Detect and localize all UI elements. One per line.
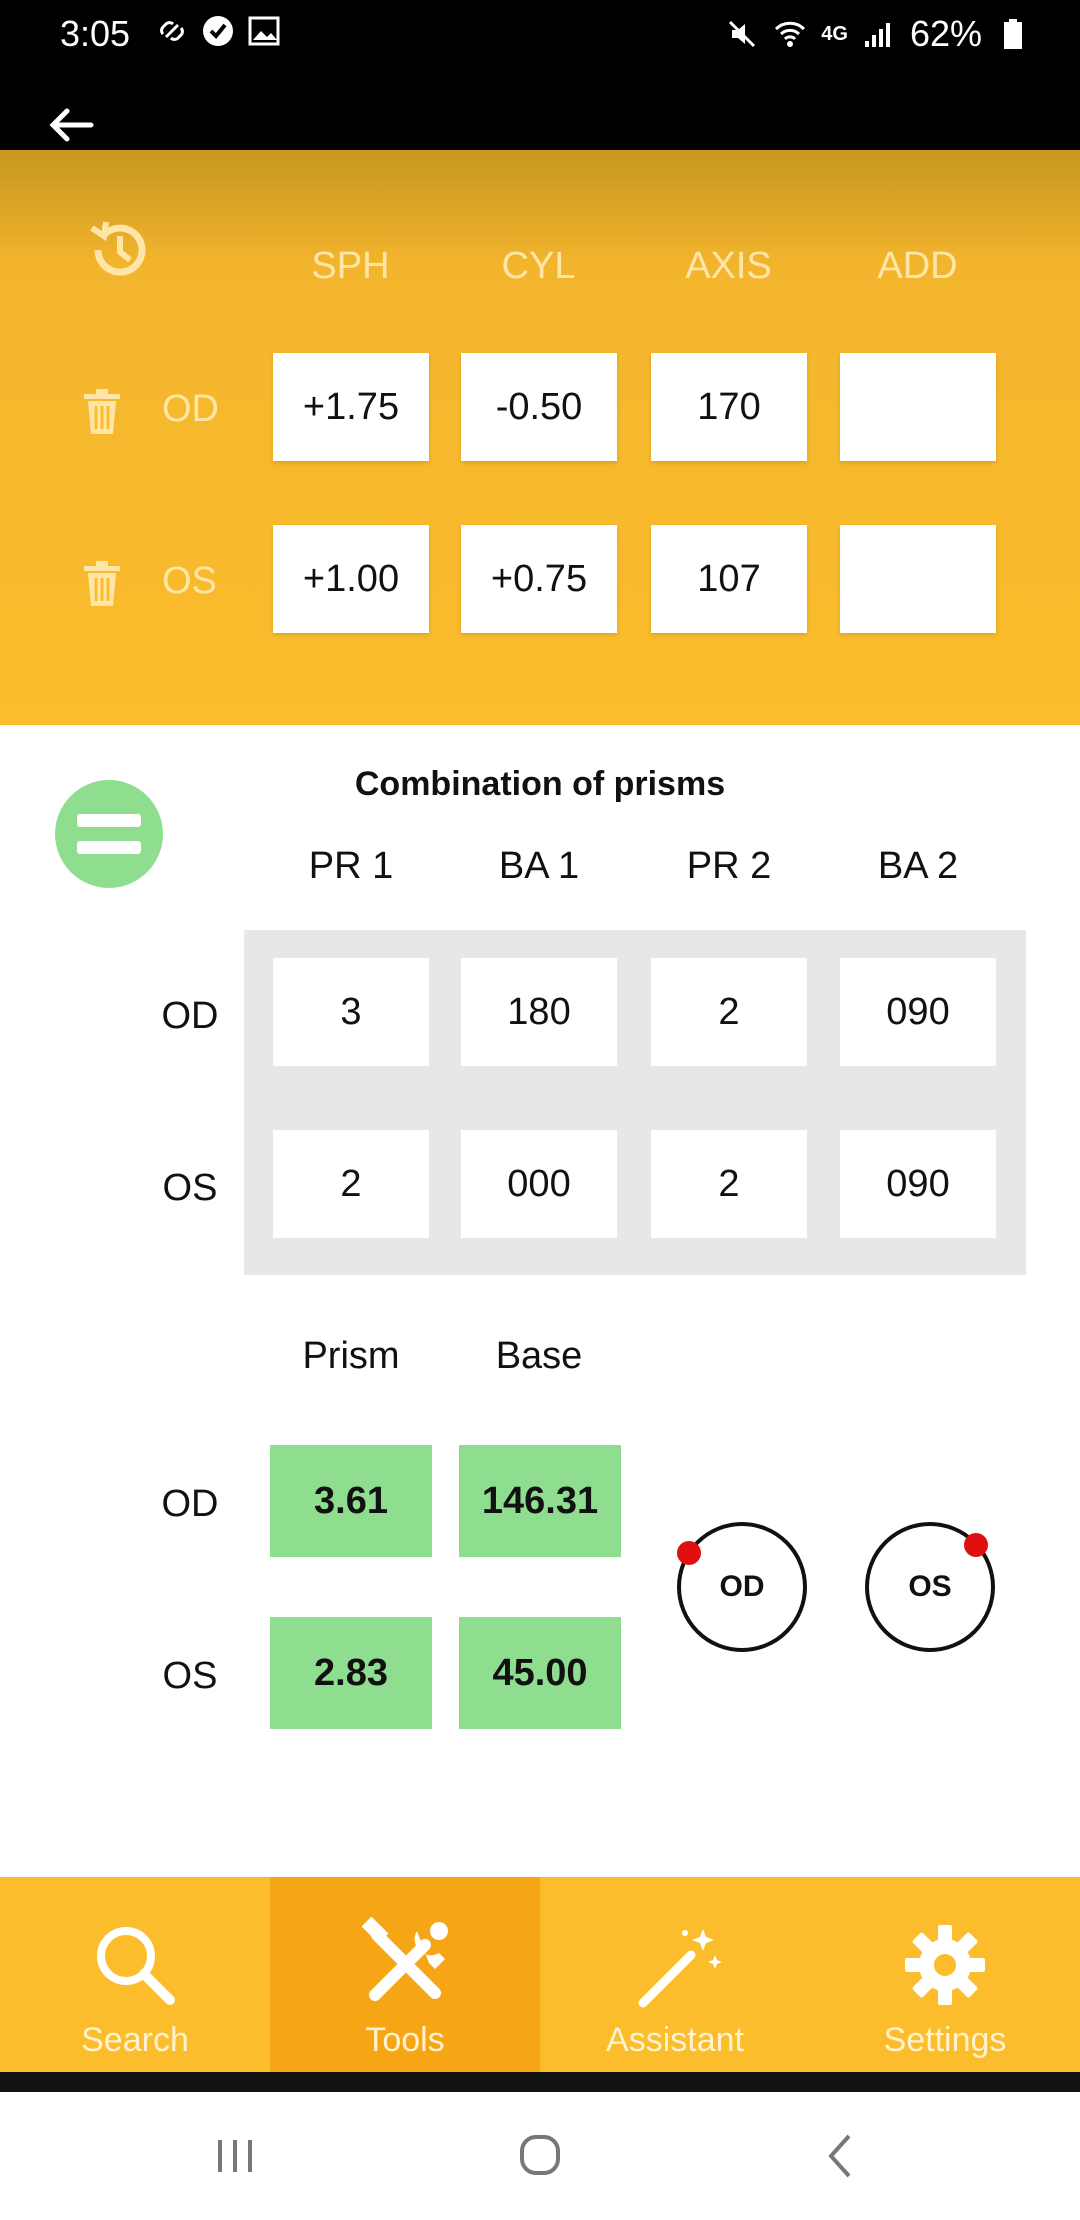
equals-icon-bar — [77, 814, 141, 827]
system-navigation-bar — [0, 2092, 1080, 2220]
bottom-navigation: Search Tools Assistant Settings — [0, 1877, 1080, 2092]
prism-row-label-od: OD — [161, 995, 219, 1037]
header-ba2: BA 2 — [877, 845, 959, 887]
os-diagram-label: OS — [908, 1570, 952, 1603]
od-sph-input[interactable]: +1.75 — [273, 353, 429, 461]
recents-icon — [218, 2140, 252, 2172]
header-pr1: PR 1 — [308, 845, 394, 887]
history-icon — [90, 221, 146, 276]
nav-label-assistant: Assistant — [606, 2021, 744, 2059]
equals-icon-bar — [77, 841, 141, 854]
os-pr1-input[interactable]: 2 — [273, 1130, 429, 1238]
check-badge-icon — [201, 14, 235, 48]
back-button[interactable] — [45, 105, 105, 150]
delete-od-button[interactable] — [82, 388, 122, 436]
header-sph: SPH — [311, 245, 390, 287]
od-pr1-input[interactable]: 3 — [273, 958, 429, 1066]
header-prism: Prism — [302, 1335, 400, 1377]
link-icon — [155, 14, 189, 48]
section-title: Combination of prisms — [354, 765, 726, 803]
battery-icon — [996, 17, 1030, 51]
os-add-input[interactable] — [840, 525, 996, 633]
os-pr2-input[interactable]: 2 — [651, 1130, 807, 1238]
status-time: 3:05 — [60, 13, 131, 54]
status-system-icons: 4G 62% — [725, 12, 1030, 56]
od-pr2-input[interactable]: 2 — [651, 958, 807, 1066]
trash-icon — [84, 561, 120, 606]
os-cyl-input[interactable]: +0.75 — [461, 525, 617, 633]
delete-os-button[interactable] — [82, 560, 122, 608]
status-bar: 3:05 4G 62% — [0, 0, 1080, 150]
system-back-button[interactable] — [815, 2122, 865, 2192]
history-button[interactable] — [80, 210, 160, 290]
row-label-od: OD — [162, 388, 219, 430]
tools-icon — [355, 1915, 455, 2015]
header-add: ADD — [877, 245, 958, 287]
nav-label-tools: Tools — [365, 2021, 445, 2059]
os-base-result: 45.00 — [459, 1617, 621, 1729]
mute-icon — [725, 17, 759, 51]
refraction-panel: SPH CYL AXIS ADD OD +1.75 -0.50 170 OS +… — [0, 150, 1080, 725]
header-axis: AXIS — [685, 245, 772, 287]
os-sph-input[interactable]: +1.00 — [273, 525, 429, 633]
chevron-left-icon — [828, 2134, 851, 2178]
home-button[interactable] — [505, 2122, 575, 2192]
os-axis-input[interactable]: 107 — [651, 525, 807, 633]
od-base-result: 146.31 — [459, 1445, 621, 1557]
network-type: 4G — [821, 23, 848, 45]
od-add-input[interactable] — [840, 353, 996, 461]
battery-percent: 62% — [909, 13, 982, 54]
gear-icon — [895, 1915, 995, 2015]
od-axis-input[interactable]: 170 — [651, 353, 807, 461]
os-ba1-input[interactable]: 000 — [461, 1130, 617, 1238]
image-icon — [247, 14, 281, 48]
signal-icon — [862, 17, 896, 51]
od-diagram-label: OD — [719, 1570, 765, 1603]
nav-label-settings: Settings — [883, 2021, 1007, 2059]
os-ba2-input[interactable]: 090 — [840, 1130, 996, 1238]
od-base-diagram: OD — [677, 1522, 807, 1652]
nav-divider — [0, 2072, 1080, 2092]
calculate-button[interactable] — [55, 780, 163, 888]
nav-label-search: Search — [81, 2021, 189, 2059]
magic-wand-icon — [625, 1915, 725, 2015]
os-base-marker — [964, 1533, 988, 1557]
status-notification-icons — [155, 14, 281, 48]
od-cyl-input[interactable]: -0.50 — [461, 353, 617, 461]
recents-button[interactable] — [205, 2132, 265, 2182]
nav-search[interactable]: Search — [0, 1877, 270, 2072]
prism-row-label-os: OS — [162, 1167, 218, 1209]
arrow-left-icon — [49, 108, 94, 142]
nav-settings[interactable]: Settings — [810, 1877, 1080, 2072]
wifi-icon — [773, 17, 807, 51]
od-prism-result: 3.61 — [270, 1445, 432, 1557]
result-row-label-od: OD — [161, 1483, 219, 1525]
header-cyl: CYL — [501, 245, 576, 287]
od-ba2-input[interactable]: 090 — [840, 958, 996, 1066]
header-pr2: PR 2 — [686, 845, 772, 887]
od-ba1-input[interactable]: 180 — [461, 958, 617, 1066]
os-prism-result: 2.83 — [270, 1617, 432, 1729]
trash-icon — [84, 389, 120, 434]
search-icon — [85, 1915, 185, 2015]
header-ba1: BA 1 — [498, 845, 580, 887]
nav-tools[interactable]: Tools — [270, 1877, 540, 2072]
nav-assistant[interactable]: Assistant — [540, 1877, 810, 2072]
prism-panel: Combination of prisms PR 1 BA 1 PR 2 BA … — [0, 725, 1080, 1875]
row-label-os: OS — [162, 560, 217, 602]
header-base: Base — [495, 1335, 583, 1377]
home-icon — [520, 2135, 560, 2175]
result-row-label-os: OS — [162, 1655, 218, 1697]
od-base-marker — [677, 1541, 701, 1565]
